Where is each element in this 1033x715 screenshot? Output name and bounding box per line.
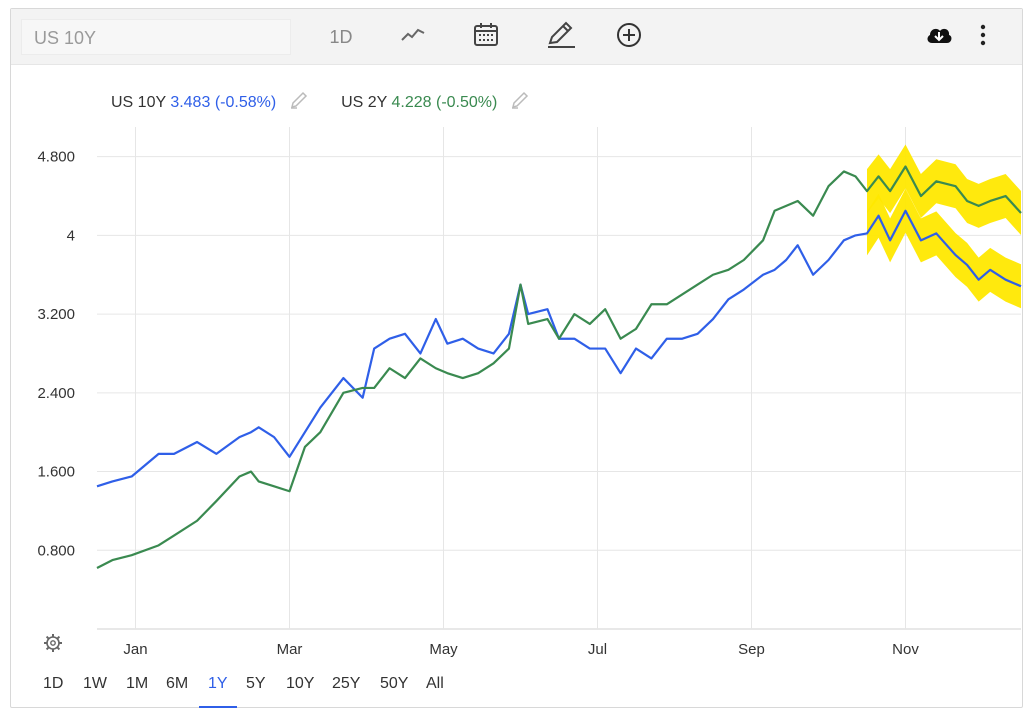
range-button-5y[interactable]: 5Y [246,675,266,693]
range-button-50y[interactable]: 50Y [380,675,408,693]
y-tick-label: 2.400 [37,385,75,402]
settings-gear-icon[interactable] [44,634,62,652]
range-button-25y[interactable]: 25Y [332,675,360,693]
active-range-underline [199,706,237,708]
x-tick-label: Sep [738,641,765,658]
y-axis: 4.800 4 3.200 2.400 1.600 0.800 [37,149,75,560]
highlight-annotation [867,144,1021,309]
range-button-10y[interactable]: 10Y [286,675,314,693]
x-axis: Jan Mar May Jul Sep Nov [123,641,919,658]
y-tick-label: 4.800 [37,149,75,166]
y-tick-label: 0.800 [37,542,75,559]
range-button-1y[interactable]: 1Y [208,675,228,693]
x-tick-label: Jul [588,641,607,658]
range-button-1w[interactable]: 1W [83,675,107,693]
range-button-1d[interactable]: 1D [43,675,63,693]
x-tick-label: Nov [892,641,919,658]
range-button-1m[interactable]: 1M [126,675,148,693]
series-line-us10y[interactable] [96,209,1022,488]
x-tick-label: Jan [123,641,147,658]
y-tick-label: 4 [67,227,75,244]
y-tick-label: 1.600 [37,464,75,481]
range-button-all[interactable]: All [426,675,444,693]
line-chart[interactable]: 4.800 4 3.200 2.400 1.600 0.800 Jan Mar May Jul S… [11,9,1024,659]
range-button-6m[interactable]: 6M [166,675,188,693]
x-tick-label: May [429,641,458,658]
chart-widget: US 10Y 1D US 10Y 3.483 (-0.58%) US 2Y 4.… [10,8,1023,708]
y-tick-label: 3.200 [37,306,75,323]
x-tick-label: Mar [277,641,303,658]
range-selector: 1D 1W 1M 6M 1Y 5Y 10Y 25Y 50Y All [11,669,1022,708]
